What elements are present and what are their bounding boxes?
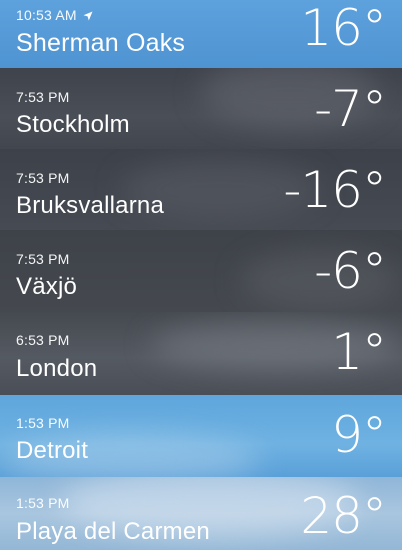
temperature: -16° bbox=[283, 161, 387, 219]
city-name: Stockholm bbox=[16, 111, 130, 138]
local-time: 6:53 PM bbox=[16, 332, 70, 348]
local-time: 7:53 PM bbox=[16, 251, 70, 267]
temperature: 28° bbox=[300, 487, 387, 545]
city-name: Detroit bbox=[16, 437, 89, 464]
city-row-vaxjo[interactable]: 7:53 PM Växjö -6° bbox=[0, 230, 402, 312]
temperature: 1° bbox=[331, 323, 387, 381]
local-time: 10:53 AM bbox=[16, 7, 93, 23]
city-list: 10:53 AM Sherman Oaks 16° 7:53 PM Stockh… bbox=[0, 0, 402, 550]
city-name: Bruksvallarna bbox=[16, 192, 164, 219]
city-row-playa-del-carmen[interactable]: 1:53 PM Playa del Carmen 28° bbox=[0, 477, 402, 550]
temperature: 9° bbox=[331, 406, 387, 464]
temperature: -6° bbox=[314, 242, 387, 300]
city-row-london[interactable]: 6:53 PM London 1° bbox=[0, 312, 402, 395]
city-row-sherman-oaks[interactable]: 10:53 AM Sherman Oaks 16° bbox=[0, 0, 402, 68]
city-row-detroit[interactable]: 1:53 PM Detroit 9° bbox=[0, 395, 402, 477]
city-name: Växjö bbox=[16, 273, 78, 300]
local-time: 1:53 PM bbox=[16, 415, 70, 431]
city-row-bruksvallarna[interactable]: 7:53 PM Bruksvallarna -16° bbox=[0, 149, 402, 230]
city-name: Sherman Oaks bbox=[16, 29, 186, 57]
local-time: 7:53 PM bbox=[16, 170, 70, 186]
temperature: 16° bbox=[300, 0, 387, 57]
city-name: London bbox=[16, 355, 98, 382]
local-time: 7:53 PM bbox=[16, 89, 70, 105]
temperature: -7° bbox=[314, 80, 387, 138]
location-arrow-icon bbox=[83, 11, 93, 21]
city-row-stockholm[interactable]: 7:53 PM Stockholm -7° bbox=[0, 68, 402, 149]
local-time: 1:53 PM bbox=[16, 495, 70, 511]
city-name: Playa del Carmen bbox=[16, 518, 210, 545]
